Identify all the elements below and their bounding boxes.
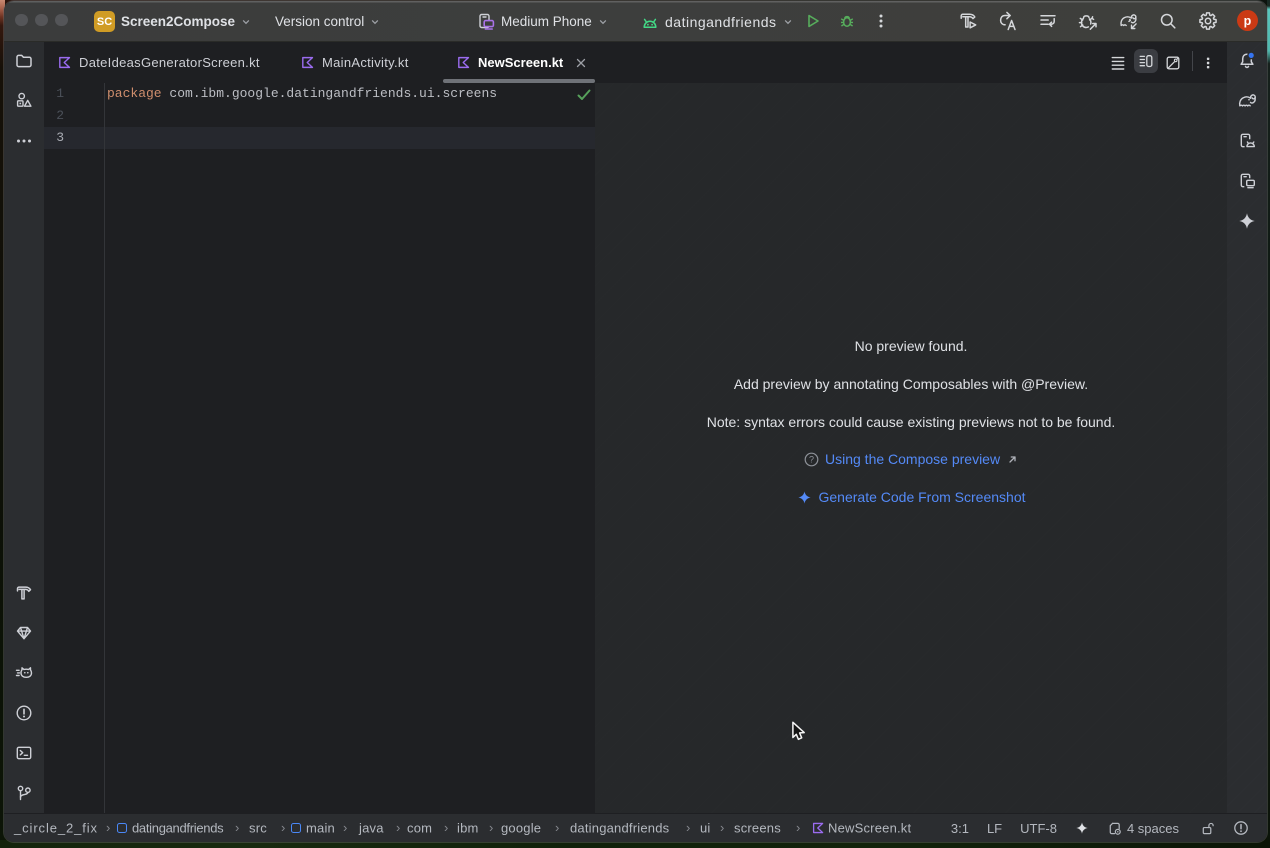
svg-text:?: ? bbox=[809, 455, 814, 465]
